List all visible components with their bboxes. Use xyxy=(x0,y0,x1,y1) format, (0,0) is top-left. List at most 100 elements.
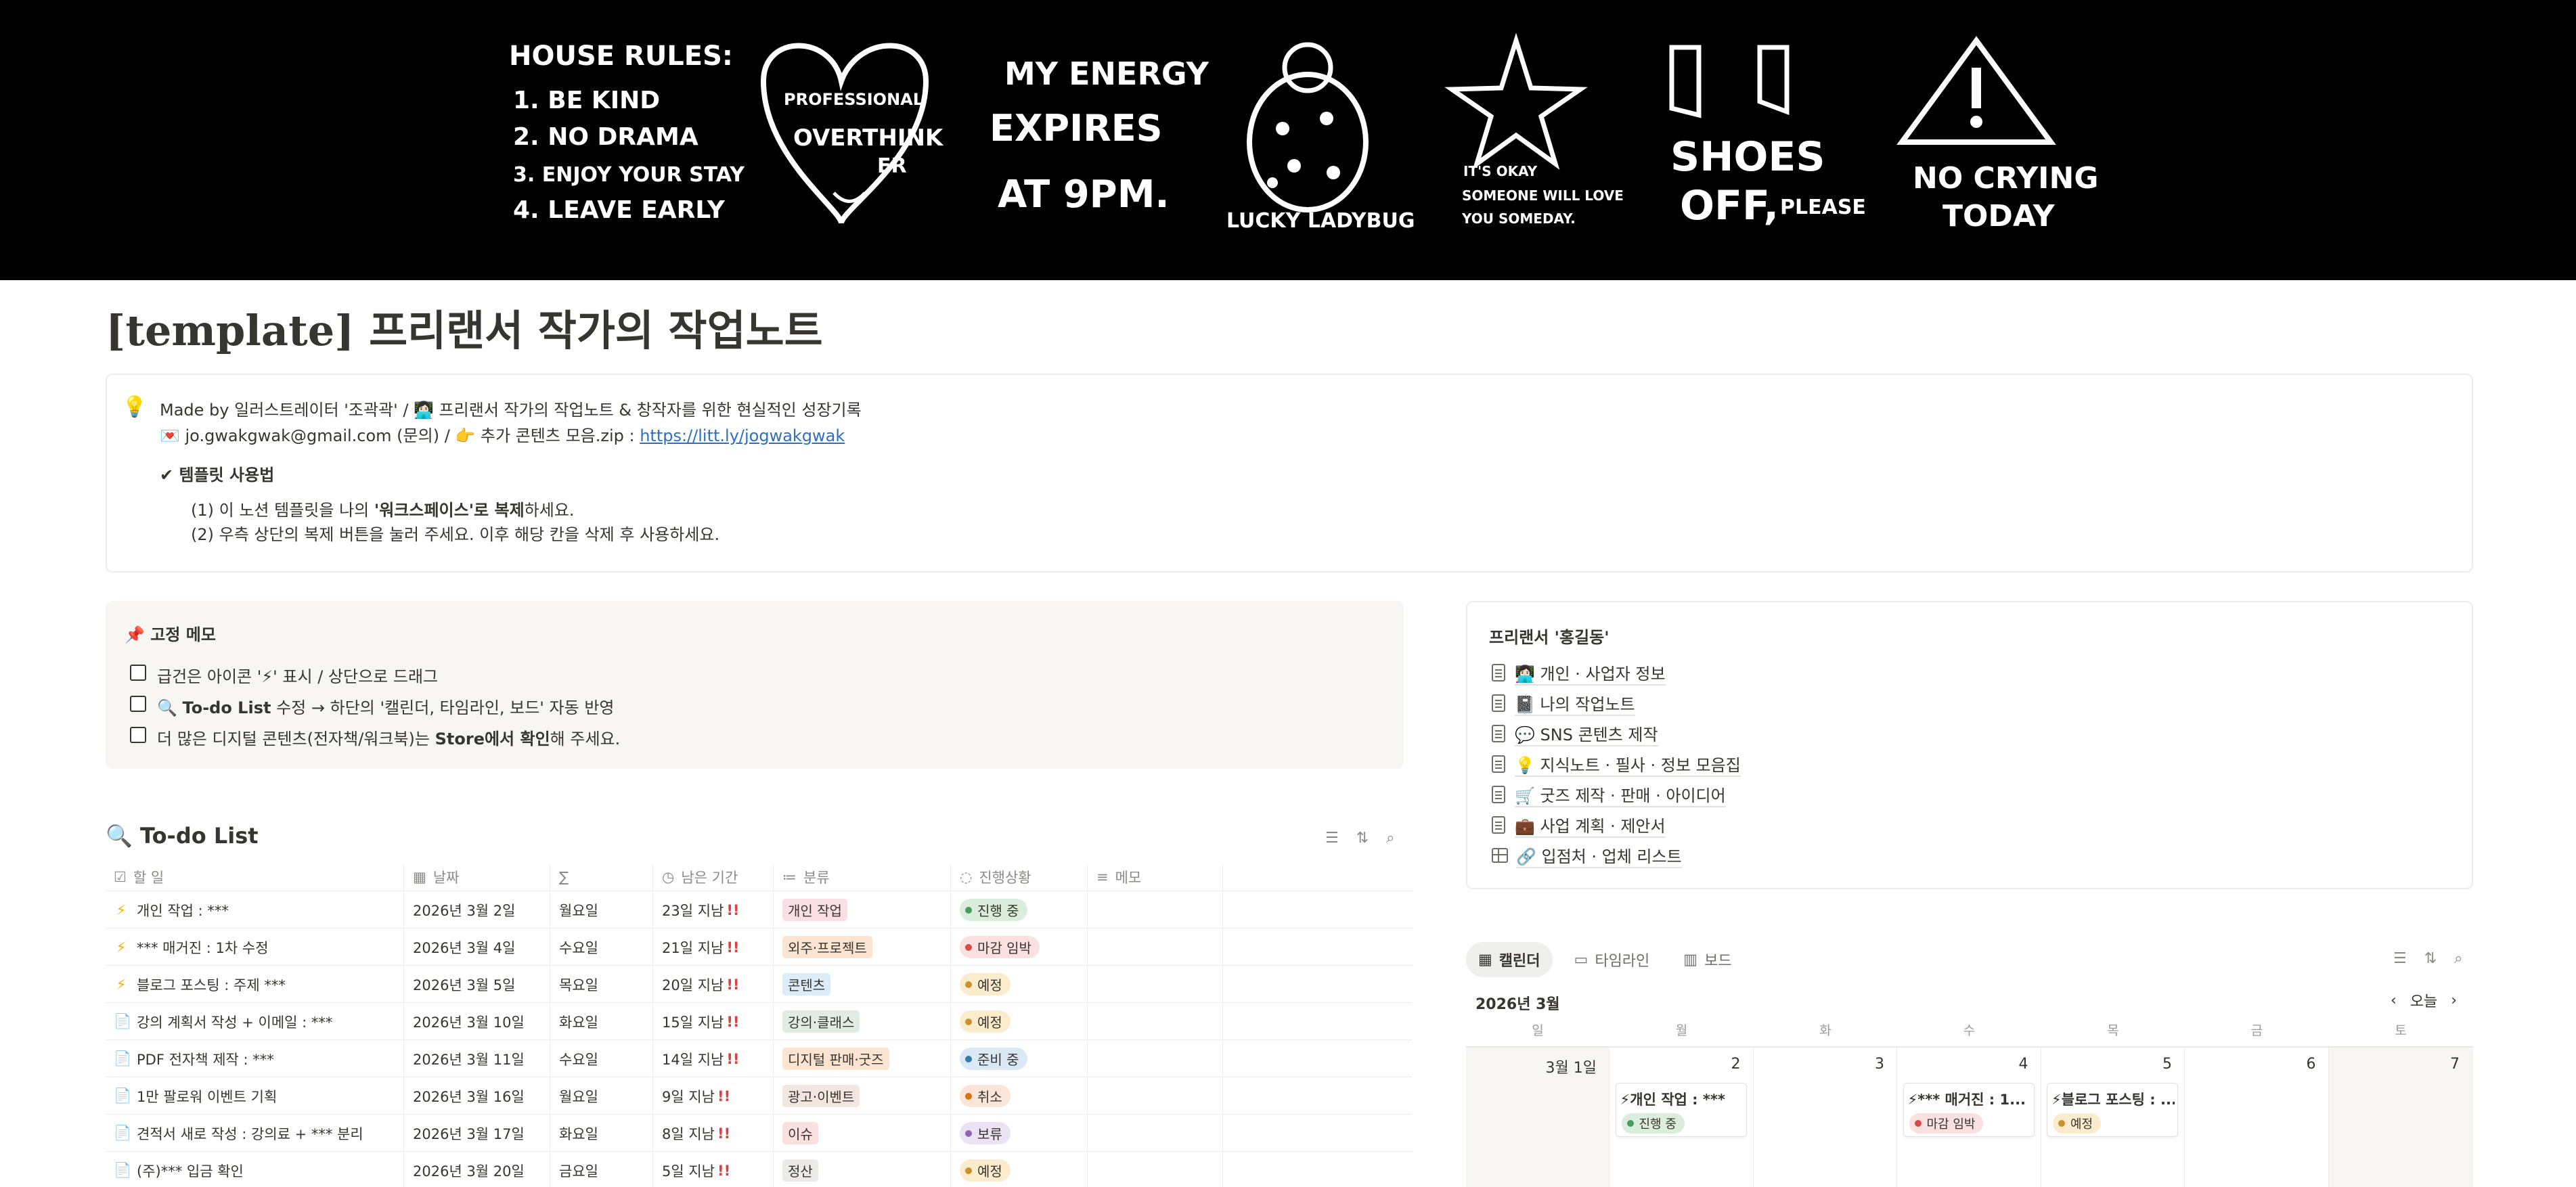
date-cell[interactable]: 2026년 3월 17일 xyxy=(413,1115,525,1152)
date-cell[interactable]: 2026년 3월 2일 xyxy=(413,891,515,928)
search-icon[interactable]: ⌕ xyxy=(2454,950,2462,967)
page-link[interactable]: 👩🏻‍💻 개인 · 사업자 정보 xyxy=(1492,659,1666,686)
overthinker-heart-doodle: PROFESSIONAL OVERTHINK ER xyxy=(760,43,944,225)
task-cell[interactable]: 📄 (주)*** 입금 확인 xyxy=(114,1152,244,1187)
sort-icon[interactable]: ⇅ xyxy=(1356,830,1369,847)
column-header-remaining[interactable]: ◷ 남은 기간 xyxy=(662,864,738,891)
date-cell[interactable]: 2026년 3월 16일 xyxy=(413,1077,525,1115)
date-cell[interactable]: 2026년 3월 20일 xyxy=(413,1152,525,1187)
view-tab-label: 보드 xyxy=(1704,953,1732,970)
calendar-day[interactable]: 7 xyxy=(2329,1048,2472,1187)
status-cell[interactable]: 취소 xyxy=(960,1077,1011,1115)
calendar-event-card[interactable]: ⚡개인 작업 : *** 진행 중 xyxy=(1615,1083,1747,1137)
page-link[interactable]: 💬 SNS 콘텐츠 제작 xyxy=(1492,720,1658,747)
calendar-day[interactable]: 3 xyxy=(1754,1048,1897,1187)
column-header-memo[interactable]: ≡ 메모 xyxy=(1096,864,1141,891)
status-badge: 보류 xyxy=(960,1122,1011,1144)
chevron-left-icon[interactable]: ‹ xyxy=(2391,992,2397,1009)
page-link[interactable]: 🛒 굿즈 제작 · 판매 · 아이디어 xyxy=(1492,781,1726,808)
usage-step-1: (1) 이 노션 템플릿을 나의 '워크스페이스'로 복제하세요. xyxy=(191,497,575,520)
table-row[interactable]: 📄 견적서 새로 작성 : 강의료 + *** 분리 2026년 3월 17일 화요일… xyxy=(106,1114,1412,1151)
date-cell[interactable]: 2026년 3월 10일 xyxy=(413,1003,525,1040)
date-cell[interactable]: 2026년 3월 5일 xyxy=(413,966,515,1003)
task-cell[interactable]: 📄 PDF 전자책 제작 : *** xyxy=(114,1040,274,1077)
task-cell[interactable]: ⚡ 개인 작업 : *** xyxy=(114,891,229,928)
page-link[interactable]: 🔗 입점처 · 업체 리스트 xyxy=(1492,842,1682,869)
page-link[interactable]: 💼 사업 계획 · 제안서 xyxy=(1492,811,1666,838)
page-link-label: 📓 나의 작업노트 xyxy=(1515,691,1635,716)
remaining-cell: 9일 지남!! xyxy=(662,1077,730,1115)
status-column-icon: ◌ xyxy=(960,869,973,885)
search-icon[interactable]: ⌕ xyxy=(1386,830,1394,847)
memo-checkbox[interactable] xyxy=(130,727,146,743)
status-cell[interactable]: 마감 임박 xyxy=(960,928,1040,966)
day-number: 4 xyxy=(2018,1056,2028,1073)
column-header-date[interactable]: ▦ 날짜 xyxy=(413,864,459,891)
status-dot xyxy=(965,1055,972,1062)
category-cell[interactable]: 외주·프로젝트 xyxy=(782,928,872,966)
task-cell[interactable]: 📄 1만 팔로워 이벤트 기획 xyxy=(114,1077,277,1115)
house-rules-line: 1. BE KIND xyxy=(513,87,660,114)
column-header-task[interactable]: ☑ 할 일 xyxy=(114,864,164,891)
page-link[interactable]: 💡 지식노트 · 필사 · 정보 모음집 xyxy=(1492,751,1741,778)
sort-icon[interactable]: ⇅ xyxy=(2424,950,2437,967)
page-title[interactable]: [template] 프리랜서 작가의 작업노트 xyxy=(106,296,823,357)
todo-toolbar: ☰ ⇅ ⌕ xyxy=(1325,830,1395,847)
calendar-event-card[interactable]: ⚡블로그 포스팅 : ... 예정 xyxy=(2047,1083,2178,1137)
view-tab[interactable]: ▭ 타임라인 xyxy=(1562,942,1662,977)
energy-text: MY ENERGY xyxy=(1004,55,1209,92)
calendar-day[interactable]: 4 ⚡*** 매거진 : 1... 마감 임박 xyxy=(1898,1048,2041,1187)
filter-icon[interactable]: ☰ xyxy=(1325,830,1339,847)
calendar-day[interactable]: 6 xyxy=(2185,1048,2329,1187)
calendar-event-card[interactable]: ⚡*** 매거진 : 1... 마감 임박 xyxy=(1903,1083,2035,1137)
view-tab[interactable]: ▥ 보드 xyxy=(1671,942,1744,977)
status-cell[interactable]: 진행 중 xyxy=(960,891,1027,928)
filter-icon[interactable]: ☰ xyxy=(2393,950,2407,967)
table-row[interactable]: 📄 1만 팔로워 이벤트 기획 2026년 3월 16일 월요일 9일 지남!! 광고·이… xyxy=(106,1077,1412,1114)
category-cell[interactable]: 콘텐츠 xyxy=(782,966,831,1003)
status-cell[interactable]: 예정 xyxy=(960,1152,1011,1187)
category-cell[interactable]: 강의·클래스 xyxy=(782,1003,860,1040)
view-tab[interactable]: ▦ 캘린더 xyxy=(1466,942,1553,977)
status-cell[interactable]: 예정 xyxy=(960,966,1011,1003)
column-header-formula[interactable]: ∑ xyxy=(559,864,569,891)
table-row[interactable]: 📄 (주)*** 입금 확인 2026년 3월 20일 금요일 5일 지남!! 정산 예정 xyxy=(106,1151,1412,1187)
category-cell[interactable]: 정산 xyxy=(782,1152,818,1187)
table-row[interactable]: ⚡ *** 매거진 : 1차 수정 2026년 3월 4일 수요일 21일 지남!! 외주… xyxy=(106,928,1412,965)
task-cell[interactable]: 📄 견적서 새로 작성 : 강의료 + *** 분리 xyxy=(114,1115,363,1152)
calendar-day[interactable]: 3월 1일 xyxy=(1466,1048,1609,1187)
category-cell[interactable]: 이슈 xyxy=(782,1115,818,1152)
memo-checkbox[interactable] xyxy=(130,696,146,712)
task-cell[interactable]: ⚡ *** 매거진 : 1차 수정 xyxy=(114,928,269,966)
calendar-day[interactable]: 2 ⚡개인 작업 : *** 진행 중 xyxy=(1610,1048,1754,1187)
date-cell[interactable]: 2026년 3월 4일 xyxy=(413,928,515,966)
calendar-day[interactable]: 5 ⚡블로그 포스팅 : ... 예정 xyxy=(2041,1048,2185,1187)
category-cell[interactable]: 광고·이벤트 xyxy=(782,1077,860,1115)
chevron-right-icon[interactable]: › xyxy=(2451,992,2457,1009)
page-link[interactable]: 📓 나의 작업노트 xyxy=(1492,690,1635,717)
status-cell[interactable]: 예정 xyxy=(960,1003,1011,1040)
litt-ly-link[interactable]: https://litt.ly/jogwakgwak xyxy=(640,426,845,445)
task-cell[interactable]: ⚡ 블로그 포스팅 : 주제 *** xyxy=(114,966,286,1003)
remaining-text: 5일 지남 xyxy=(662,1163,715,1180)
status-cell[interactable]: 준비 중 xyxy=(960,1040,1027,1077)
column-header-category[interactable]: ≔ 분류 xyxy=(782,864,830,891)
category-cell[interactable]: 디지털 판매·굿즈 xyxy=(782,1040,889,1077)
energy-text: EXPIRES xyxy=(990,107,1163,150)
category-cell[interactable]: 개인 작업 xyxy=(782,891,847,928)
table-row[interactable]: ⚡ 개인 작업 : *** 2026년 3월 2일 월요일 23일 지남!! 개인 작업 진… xyxy=(106,891,1412,928)
memo-checkbox[interactable] xyxy=(130,665,146,681)
column-header-status[interactable]: ◌ 진행상황 xyxy=(960,864,1031,891)
today-button[interactable]: 오늘 xyxy=(2410,989,2437,1011)
status-dot xyxy=(965,1129,972,1137)
weekday-header: 토 xyxy=(2395,1023,2407,1038)
table-row[interactable]: 📄 PDF 전자책 제작 : *** 2026년 3월 11일 수요일 14일 지남!!… xyxy=(106,1039,1412,1077)
table-row[interactable]: 📄 강의 계획서 작성 + 이메일 : *** 2026년 3월 10일 화요일 15일… xyxy=(106,1002,1412,1039)
todo-list-title[interactable]: 🔍 To-do List xyxy=(106,823,259,849)
category-tag: 이슈 xyxy=(782,1122,818,1144)
table-row[interactable]: ⚡ 블로그 포스팅 : 주제 *** 2026년 3월 5일 목요일 20일 지남!! 콘… xyxy=(106,965,1412,1002)
task-cell[interactable]: 📄 강의 계획서 작성 + 이메일 : *** xyxy=(114,1003,332,1040)
date-cell[interactable]: 2026년 3월 11일 xyxy=(413,1040,525,1077)
weekday-cell: 금요일 xyxy=(559,1163,598,1180)
status-cell[interactable]: 보류 xyxy=(960,1115,1011,1152)
